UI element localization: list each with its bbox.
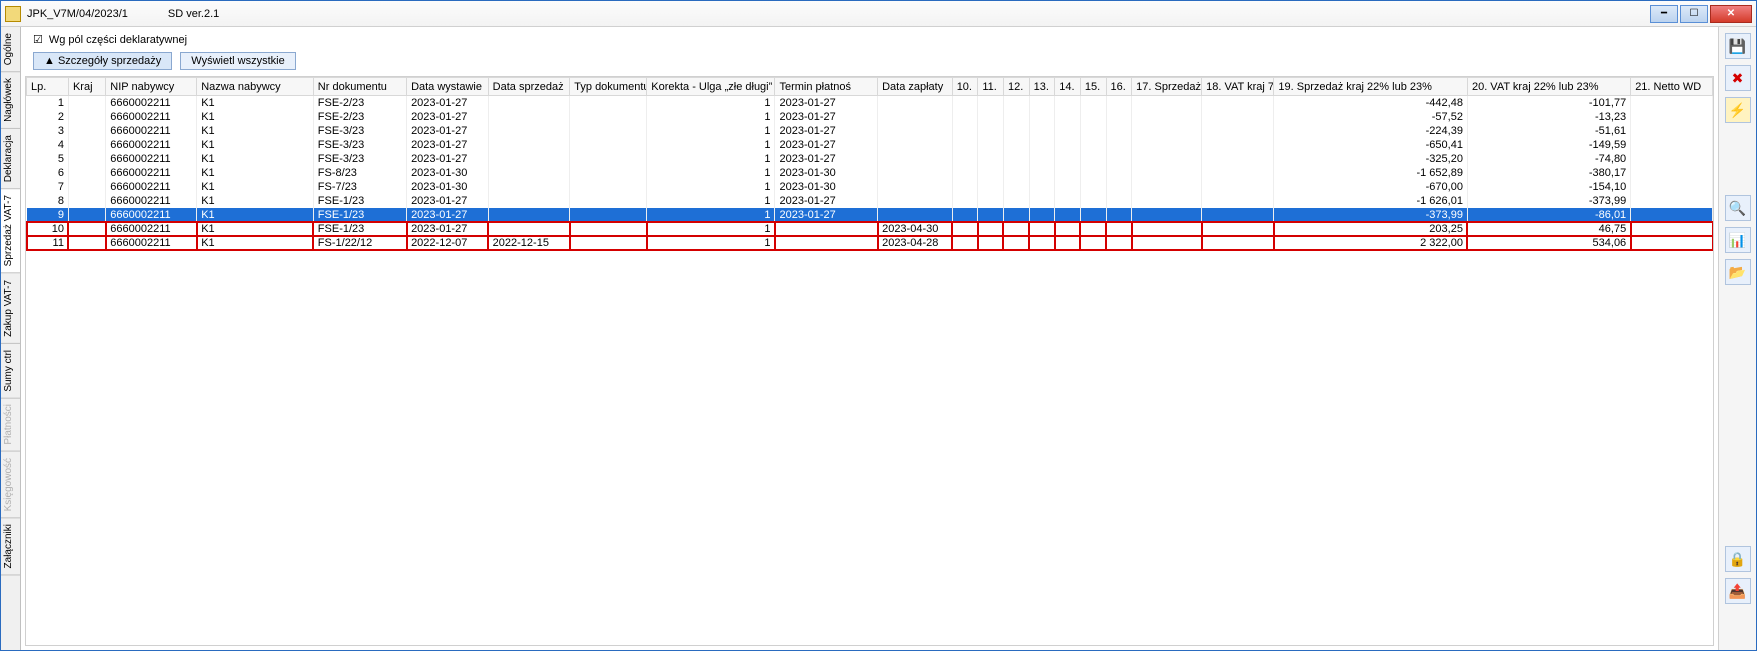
checkbox-label: Wg pól części deklaratywnej — [49, 34, 187, 46]
table-row[interactable]: 26660002211K1FSE-2/232023-01-2712023-01-… — [27, 110, 1713, 124]
col-header[interactable]: Data zapłaty — [878, 78, 953, 96]
col-header[interactable]: Data wystawie — [407, 78, 489, 96]
table-row[interactable]: 76660002211K1FS-7/232023-01-3012023-01-3… — [27, 180, 1713, 194]
window-title: JPK_V7M/04/2023/1 — [27, 8, 128, 20]
col-header[interactable]: Nr dokumentu — [313, 78, 406, 96]
col-header[interactable]: Nazwa nabywcy — [197, 78, 314, 96]
filter-icon: ☑ — [33, 33, 43, 46]
show-all-button[interactable]: Wyświetl wszystkie — [180, 52, 295, 70]
col-header[interactable]: 17. Sprzedaż k — [1132, 78, 1202, 96]
col-header[interactable]: 18. VAT kraj 7% — [1202, 78, 1274, 96]
col-header[interactable]: 12. — [1003, 78, 1029, 96]
table-row[interactable]: 116660002211K1FS-1/22/122022-12-072022-1… — [27, 236, 1713, 250]
sidetab-sumy-ctrl[interactable]: Sumy ctrl — [1, 344, 20, 399]
table-row[interactable]: 16660002211K1FSE-2/232023-01-2712023-01-… — [27, 96, 1713, 111]
delete-icon[interactable]: ✖ — [1725, 65, 1751, 91]
col-header[interactable]: Kraj — [68, 78, 105, 96]
sidetab-ksi-gowo-: Księgowość — [1, 452, 20, 518]
col-header[interactable]: 15. — [1080, 78, 1106, 96]
sidetab-zakup-vat-7[interactable]: Zakup VAT-7 — [1, 274, 20, 344]
refresh-icon[interactable]: ⚡ — [1725, 97, 1751, 123]
col-header[interactable]: Korekta - Ulga „złe długi” — [647, 78, 775, 96]
window-subtitle: SD ver.2.1 — [168, 8, 219, 20]
folder-icon — [5, 6, 21, 22]
maximize-button[interactable]: ☐ — [1680, 5, 1708, 23]
sidetab-p-atno-ci: Płatności — [1, 398, 20, 452]
vat-icon[interactable]: 📊 — [1725, 227, 1751, 253]
table-row[interactable]: 86660002211K1FSE-1/232023-01-2712023-01-… — [27, 194, 1713, 208]
col-header[interactable]: 19. Sprzedaż kraj 22% lub 23% — [1274, 78, 1468, 96]
col-header[interactable]: Data sprzedaż — [488, 78, 570, 96]
sales-grid[interactable]: Lp.KrajNIP nabywcyNazwa nabywcyNr dokume… — [25, 76, 1714, 646]
col-header[interactable]: 20. VAT kraj 22% lub 23% — [1467, 78, 1630, 96]
col-header[interactable]: NIP nabywcy — [106, 78, 197, 96]
col-header[interactable]: Lp. — [27, 78, 69, 96]
table-row[interactable]: 66660002211K1FS-8/232023-01-3012023-01-3… — [27, 166, 1713, 180]
col-header[interactable]: 10. — [952, 78, 978, 96]
export-icon[interactable]: 📤 — [1725, 578, 1751, 604]
col-header[interactable]: 14. — [1055, 78, 1081, 96]
col-header[interactable]: 16. — [1106, 78, 1132, 96]
right-toolbar: 💾 ✖ ⚡ 🔍 📊 📂 🔒 📤 — [1718, 27, 1756, 650]
col-header[interactable]: Typ dokumentu — [570, 78, 647, 96]
col-header[interactable]: 13. — [1029, 78, 1055, 96]
sidetab-za-czniki[interactable]: Załączniki — [1, 518, 20, 575]
table-row[interactable]: 36660002211K1FSE-3/232023-01-2712023-01-… — [27, 124, 1713, 138]
sidetab-deklaracja[interactable]: Deklaracja — [1, 129, 20, 189]
sidetab-og-lne[interactable]: Ogólne — [1, 27, 20, 72]
side-tabs: OgólneNagłówekDeklaracjaSprzedaż VAT-7Za… — [1, 27, 21, 650]
grid-header-row[interactable]: Lp.KrajNIP nabywcyNazwa nabywcyNr dokume… — [27, 78, 1713, 96]
table-row[interactable]: 56660002211K1FSE-3/232023-01-2712023-01-… — [27, 152, 1713, 166]
close-button[interactable]: ✕ — [1710, 5, 1752, 23]
table-row[interactable]: 96660002211K1FSE-1/232023-01-2712023-01-… — [27, 208, 1713, 222]
declarative-fields-checkbox[interactable]: ☑ Wg pól części deklaratywnej — [33, 33, 187, 46]
lock-icon[interactable]: 🔒 — [1725, 546, 1751, 572]
sidetab-nag-wek[interactable]: Nagłówek — [1, 72, 20, 129]
open-icon[interactable]: 📂 — [1725, 259, 1751, 285]
minimize-button[interactable]: ━ — [1650, 5, 1678, 23]
table-row[interactable]: 106660002211K1FSE-1/232023-01-2712023-04… — [27, 222, 1713, 236]
titlebar: JPK_V7M/04/2023/1 SD ver.2.1 ━ ☐ ✕ — [1, 1, 1756, 27]
find-icon[interactable]: 🔍 — [1725, 195, 1751, 221]
col-header[interactable]: 21. Netto WD — [1631, 78, 1713, 96]
col-header[interactable]: 11. — [978, 78, 1004, 96]
upload-icon: ▲ — [44, 55, 55, 67]
save-icon[interactable]: 💾 — [1725, 33, 1751, 59]
details-button[interactable]: ▲ Szczegóły sprzedaży — [33, 52, 172, 70]
sidetab-sprzeda-vat-7[interactable]: Sprzedaż VAT-7 — [1, 189, 20, 273]
col-header[interactable]: Termin płatnoś — [775, 78, 878, 96]
table-row[interactable]: 46660002211K1FSE-3/232023-01-2712023-01-… — [27, 138, 1713, 152]
